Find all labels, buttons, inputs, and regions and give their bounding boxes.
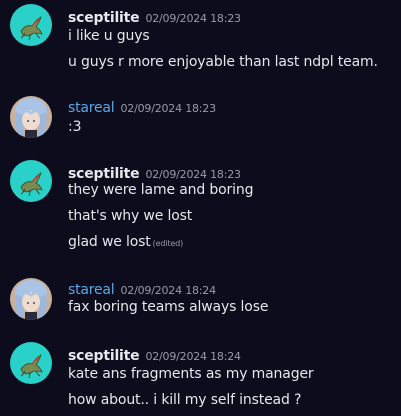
message-header: sceptilite 02/09/2024 18:23 [68, 7, 241, 26]
username[interactable]: stareal [68, 282, 115, 298]
edited-label: (edited) [152, 239, 184, 248]
message-group: sceptilite 02/09/2024 18:23 they were lam… [0, 156, 401, 260]
timestamp: 02/09/2024 18:23 [145, 168, 241, 181]
message-text: they were lame and boring [68, 182, 254, 198]
message-text: i like u guys [68, 28, 150, 44]
avatar[interactable] [10, 342, 52, 384]
message-text-edited: glad we lost (edited) [68, 234, 183, 250]
message-group: stareal 02/09/2024 18:23 :3 [0, 92, 401, 142]
message-text: how about.. i kill my self instead ? [68, 392, 302, 408]
message-text: that's why we lost [68, 208, 193, 224]
avatar[interactable] [10, 96, 52, 138]
chat-message-list: sceptilite 02/09/2024 18:23 i like u guys… [0, 0, 401, 416]
message-text: u guys r more enjoyable than last ndpl t… [68, 54, 378, 70]
message-header: stareal 02/09/2024 18:23 [68, 97, 216, 116]
message-header: stareal 02/09/2024 18:24 [68, 279, 216, 298]
message-text: :3 [68, 119, 82, 135]
message-text: kate ans fragments as my manager [68, 366, 314, 382]
username[interactable]: stareal [68, 100, 115, 116]
message-text: glad we lost [68, 234, 151, 250]
message-header: sceptilite 02/09/2024 18:24 [68, 345, 241, 364]
message-group: sceptilite 02/09/2024 18:23 i like u guys… [0, 0, 401, 80]
timestamp: 02/09/2024 18:24 [120, 284, 217, 297]
message-text: fax boring teams always lose [68, 299, 269, 315]
username[interactable]: sceptilite [68, 166, 140, 182]
username[interactable]: sceptilite [68, 10, 140, 26]
avatar[interactable] [10, 160, 52, 202]
timestamp: 02/09/2024 18:23 [145, 12, 241, 25]
message-header: sceptilite 02/09/2024 18:23 [68, 163, 241, 182]
avatar[interactable] [10, 4, 52, 46]
timestamp: 02/09/2024 18:24 [145, 350, 241, 363]
timestamp: 02/09/2024 18:23 [120, 102, 217, 115]
message-group: sceptilite 02/09/2024 18:24 kate ans frag… [0, 338, 401, 416]
message-group: stareal 02/09/2024 18:24 fax boring teams… [0, 274, 401, 324]
avatar[interactable] [10, 278, 52, 320]
username[interactable]: sceptilite [68, 348, 140, 364]
